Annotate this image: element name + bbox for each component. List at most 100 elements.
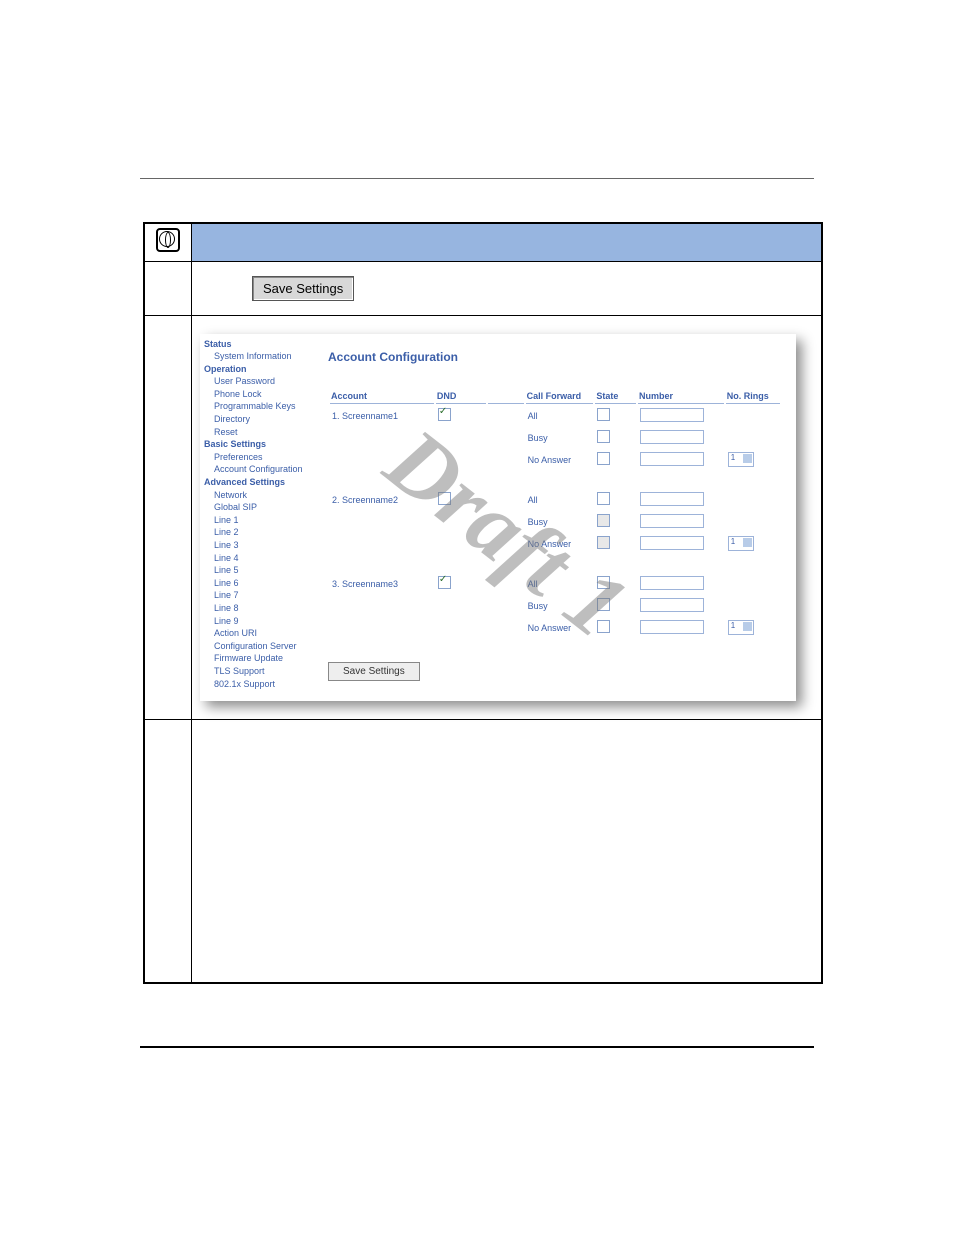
table-row: No Answer 1 xyxy=(330,534,780,554)
sidebar-item-network[interactable]: Network xyxy=(204,489,318,502)
table-header-row: Account DND Call Forward State Number No… xyxy=(330,390,780,404)
sidebar-item-configuration-server[interactable]: Configuration Server xyxy=(204,640,318,653)
cf-label: No Answer xyxy=(526,450,594,470)
sidebar-item-global-sip[interactable]: Global SIP xyxy=(204,501,318,514)
save-settings-button[interactable]: Save Settings xyxy=(252,276,354,301)
table-row: 2. Screenname2 All xyxy=(330,490,780,510)
sidebar-item-user-password[interactable]: User Password xyxy=(204,375,318,388)
state-checkbox[interactable] xyxy=(597,492,610,505)
header-bar xyxy=(192,223,823,261)
state-checkbox[interactable] xyxy=(597,536,610,549)
header-row xyxy=(144,223,822,261)
state-checkbox[interactable] xyxy=(597,576,610,589)
state-checkbox[interactable] xyxy=(597,620,610,633)
table-row: No Answer 1 xyxy=(330,450,780,470)
sidebar-item-8021x-support[interactable]: 802.1x Support xyxy=(204,678,318,691)
col-header-number: Number xyxy=(638,390,724,404)
cf-label: Busy xyxy=(526,512,594,532)
col-header-state: State xyxy=(595,390,636,404)
header-icon-cell xyxy=(144,223,192,261)
sidebar-header-advanced-settings: Advanced Settings xyxy=(204,476,318,489)
table-row: Busy xyxy=(330,428,780,448)
account-label: 1. Screenname1 xyxy=(330,406,434,426)
sidebar-header-status: Status xyxy=(204,338,318,351)
rings-select[interactable]: 1 xyxy=(728,536,754,551)
account-label: 2. Screenname2 xyxy=(330,490,434,510)
number-input[interactable] xyxy=(640,408,704,422)
config-table: Account DND Call Forward State Number No… xyxy=(328,388,782,640)
cf-label: Busy xyxy=(526,428,594,448)
number-input[interactable] xyxy=(640,620,704,634)
cf-label: All xyxy=(526,490,594,510)
sidebar-item-line-6[interactable]: Line 6 xyxy=(204,577,318,590)
page-title: Account Configuration xyxy=(328,350,782,364)
sidebar-item-reset[interactable]: Reset xyxy=(204,426,318,439)
state-checkbox[interactable] xyxy=(597,598,610,611)
rings-select[interactable]: 1 xyxy=(728,452,754,467)
sidebar-item-line-1[interactable]: Line 1 xyxy=(204,514,318,527)
top-divider xyxy=(140,178,814,179)
sidebar-item-firmware-update[interactable]: Firmware Update xyxy=(204,652,318,665)
table-row: 3. Screenname3 All xyxy=(330,574,780,594)
number-input[interactable] xyxy=(640,576,704,590)
cf-label: No Answer xyxy=(526,618,594,638)
state-checkbox[interactable] xyxy=(597,452,610,465)
row3-right: Status System Information Operation User… xyxy=(192,315,823,719)
sidebar-item-line-9[interactable]: Line 9 xyxy=(204,615,318,628)
globe-icon xyxy=(156,228,180,252)
sidebar-header-operation: Operation xyxy=(204,363,318,376)
bottom-divider xyxy=(140,1046,814,1048)
col-header-call-forward: Call Forward xyxy=(526,390,594,404)
sidebar-item-line-8[interactable]: Line 8 xyxy=(204,602,318,615)
number-input[interactable] xyxy=(640,536,704,550)
sidebar-item-preferences[interactable]: Preferences xyxy=(204,451,318,464)
sidebar-item-line-2[interactable]: Line 2 xyxy=(204,526,318,539)
number-input[interactable] xyxy=(640,452,704,466)
row4-right xyxy=(192,719,823,983)
sidebar-item-line-7[interactable]: Line 7 xyxy=(204,589,318,602)
dnd-checkbox[interactable] xyxy=(438,492,451,505)
cf-label: All xyxy=(526,574,594,594)
table-row: Busy xyxy=(330,596,780,616)
col-header-dnd: DND xyxy=(436,390,486,404)
sidebar-item-account-configuration[interactable]: Account Configuration xyxy=(204,463,318,476)
table-row: 1. Screenname1 All xyxy=(330,406,780,426)
table-row: No Answer 1 xyxy=(330,618,780,638)
row3-left xyxy=(144,315,192,719)
row4-left xyxy=(144,719,192,983)
sidebar-item-tls-support[interactable]: TLS Support xyxy=(204,665,318,678)
sidebar-item-line-5[interactable]: Line 5 xyxy=(204,564,318,577)
config-panel: Status System Information Operation User… xyxy=(200,334,796,701)
table-row: Busy xyxy=(330,512,780,532)
dnd-checkbox[interactable] xyxy=(438,408,451,421)
number-input[interactable] xyxy=(640,514,704,528)
sidebar-item-line-3[interactable]: Line 3 xyxy=(204,539,318,552)
cf-label: Busy xyxy=(526,596,594,616)
dnd-checkbox[interactable] xyxy=(438,576,451,589)
state-checkbox[interactable] xyxy=(597,514,610,527)
state-checkbox[interactable] xyxy=(597,430,610,443)
sidebar-item-phone-lock[interactable]: Phone Lock xyxy=(204,388,318,401)
row2-right: Save Settings xyxy=(192,261,823,315)
sidebar: Status System Information Operation User… xyxy=(200,334,320,701)
number-input[interactable] xyxy=(640,430,704,444)
state-checkbox[interactable] xyxy=(597,408,610,421)
cf-label: All xyxy=(526,406,594,426)
content-area: Account Configuration Account DND Call F… xyxy=(320,334,796,701)
number-input[interactable] xyxy=(640,598,704,612)
sidebar-item-directory[interactable]: Directory xyxy=(204,413,318,426)
row2-left xyxy=(144,261,192,315)
sidebar-item-line-4[interactable]: Line 4 xyxy=(204,552,318,565)
account-label: 3. Screenname3 xyxy=(330,574,434,594)
cf-label: No Answer xyxy=(526,534,594,554)
col-header-no-rings: No. Rings xyxy=(726,390,780,404)
col-header-account: Account xyxy=(330,390,434,404)
rings-select[interactable]: 1 xyxy=(728,620,754,635)
number-input[interactable] xyxy=(640,492,704,506)
outer-table: Save Settings Status System Information … xyxy=(143,222,823,984)
sidebar-item-action-uri[interactable]: Action URI xyxy=(204,627,318,640)
sidebar-item-programmable-keys[interactable]: Programmable Keys xyxy=(204,400,318,413)
sidebar-item-system-information[interactable]: System Information xyxy=(204,350,318,363)
save-settings-button-inner[interactable]: Save Settings xyxy=(328,662,420,681)
sidebar-header-basic-settings: Basic Settings xyxy=(204,438,318,451)
